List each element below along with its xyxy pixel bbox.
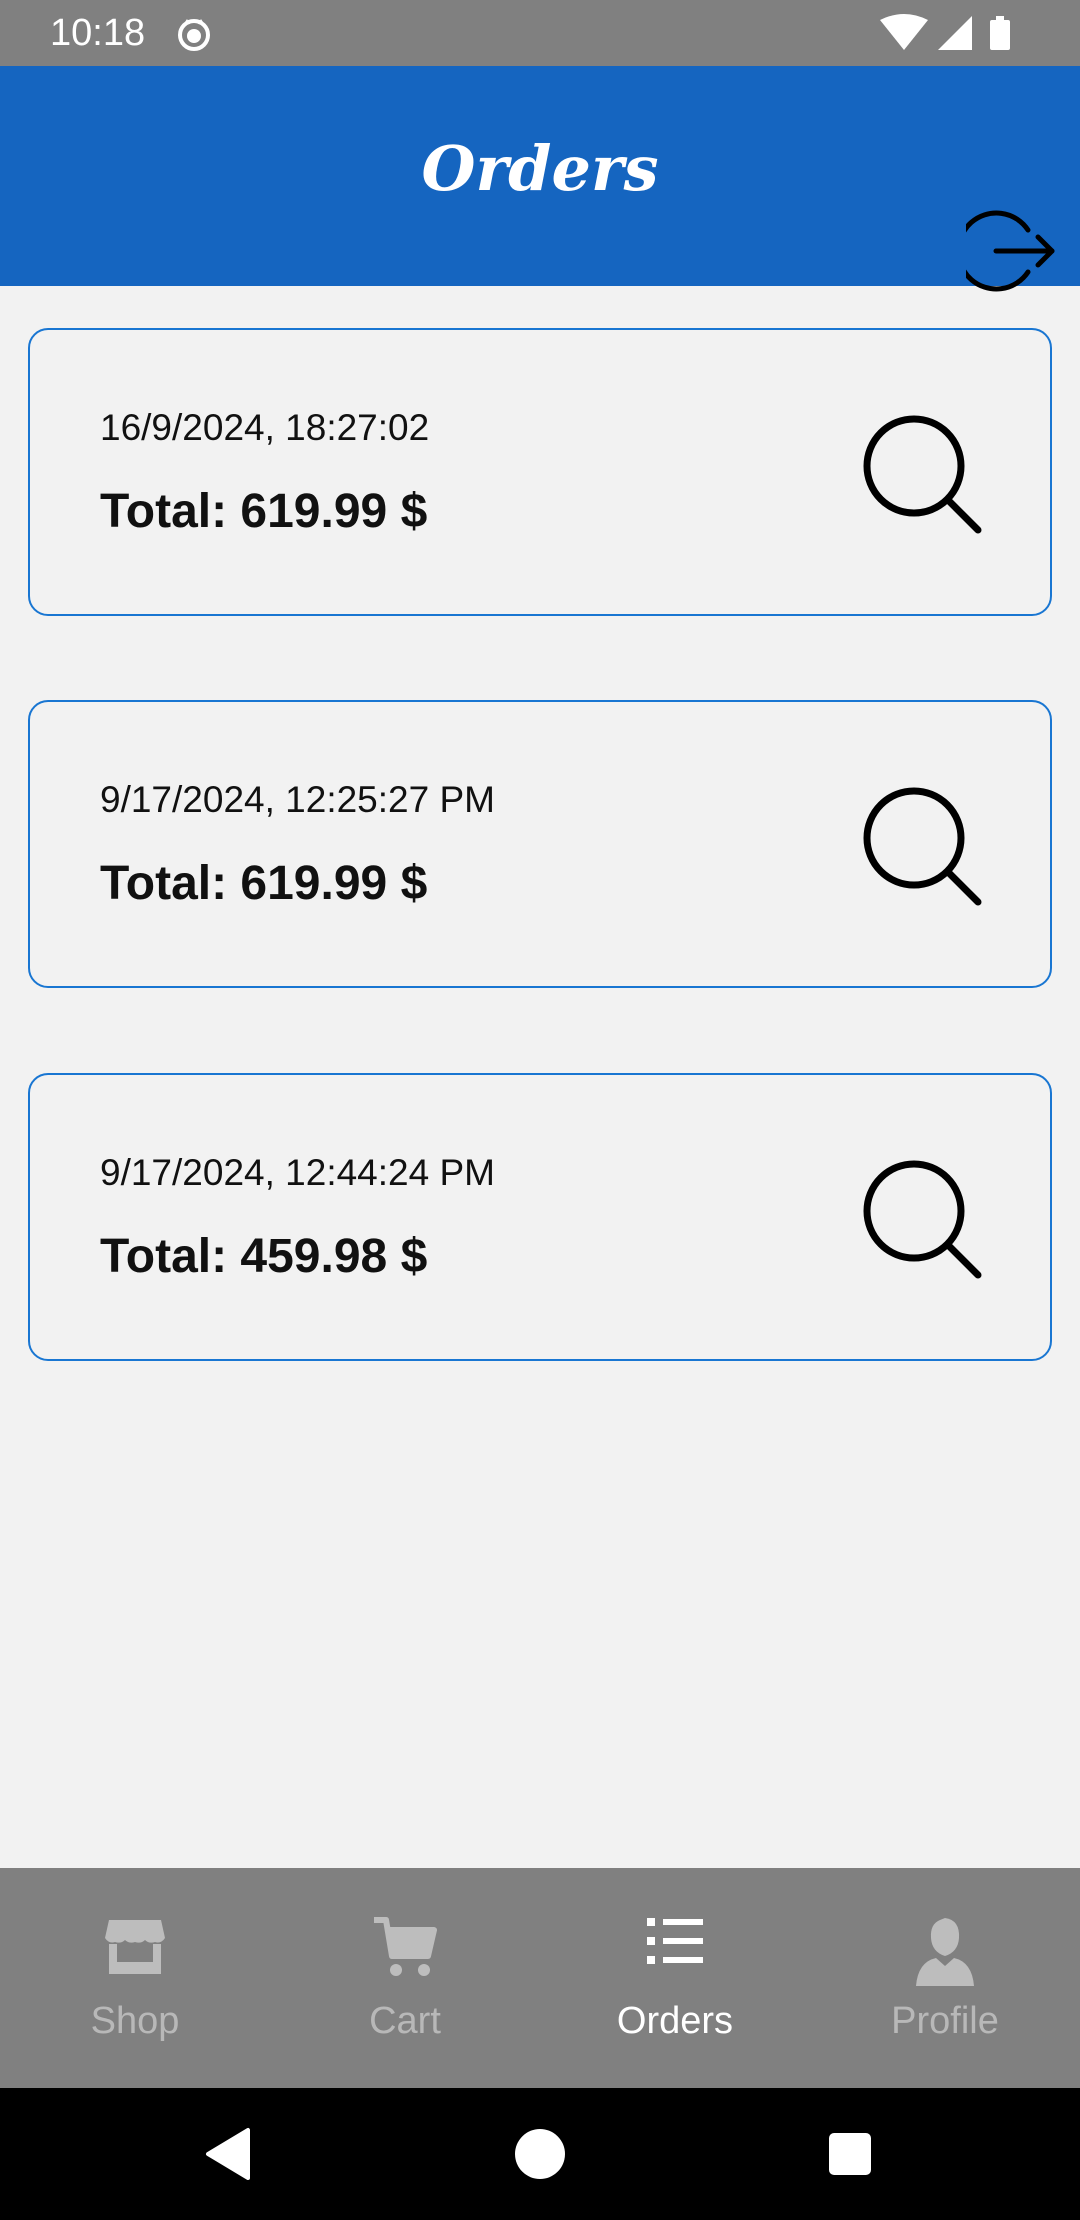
home-button[interactable] [510, 2124, 570, 2184]
home-icon [515, 2129, 565, 2179]
view-order-button[interactable] [858, 410, 988, 540]
cat-notification-icon [176, 16, 212, 52]
search-icon [863, 415, 982, 534]
person-icon [810, 1916, 1080, 1988]
order-total: Total: 459.98 $ [100, 1230, 428, 1283]
order-total: Total: 619.99 $ [100, 485, 428, 538]
nav-label: Orders [616, 2000, 734, 2042]
nav-label: Shop [90, 2000, 180, 2042]
order-card[interactable]: 16/9/2024, 18:27:02 Total: 619.99 $ [28, 328, 1052, 616]
page-title: Orders [421, 132, 659, 205]
status-icons [880, 14, 1030, 54]
bottom-nav: Shop Cart Orders Profile [0, 1868, 1080, 2088]
cart-icon [270, 1916, 540, 1988]
nav-item-shop[interactable]: Shop [0, 1868, 270, 2088]
back-button[interactable] [200, 2124, 260, 2184]
search-icon [863, 787, 982, 906]
view-order-button[interactable] [858, 1155, 988, 1285]
order-total: Total: 619.99 $ [100, 857, 428, 910]
recents-button[interactable] [820, 2124, 880, 2184]
nav-item-profile[interactable]: Profile [810, 1868, 1080, 2088]
recents-icon [829, 2133, 871, 2175]
status-bar: 10:18 [0, 0, 1080, 66]
store-icon [0, 1916, 270, 1988]
view-order-button[interactable] [858, 782, 988, 912]
order-date: 9/17/2024, 12:44:24 PM [100, 1152, 495, 1193]
signal-icon [938, 16, 972, 50]
status-time: 10:18 [50, 12, 146, 54]
search-icon [863, 1160, 982, 1279]
nav-label: Profile [891, 2000, 999, 2042]
nav-item-orders[interactable]: Orders [540, 1868, 810, 2088]
order-card[interactable]: 9/17/2024, 12:44:24 PM Total: 459.98 $ [28, 1073, 1052, 1361]
logout-icon [955, 210, 1055, 292]
logout-button[interactable] [955, 206, 1056, 296]
wifi-icon [880, 14, 928, 50]
order-date: 9/17/2024, 12:25:27 PM [100, 779, 495, 820]
nav-label: Cart [369, 2000, 441, 2042]
order-date: 16/9/2024, 18:27:02 [100, 407, 430, 448]
back-icon [206, 2128, 250, 2180]
order-card[interactable]: 9/17/2024, 12:25:27 PM Total: 619.99 $ [28, 700, 1052, 988]
app-bar: Orders [0, 66, 1080, 292]
battery-icon [990, 16, 1010, 50]
system-nav-bar [0, 2088, 1080, 2220]
nav-item-cart[interactable]: Cart [270, 1868, 540, 2088]
list-icon [540, 1916, 810, 1988]
